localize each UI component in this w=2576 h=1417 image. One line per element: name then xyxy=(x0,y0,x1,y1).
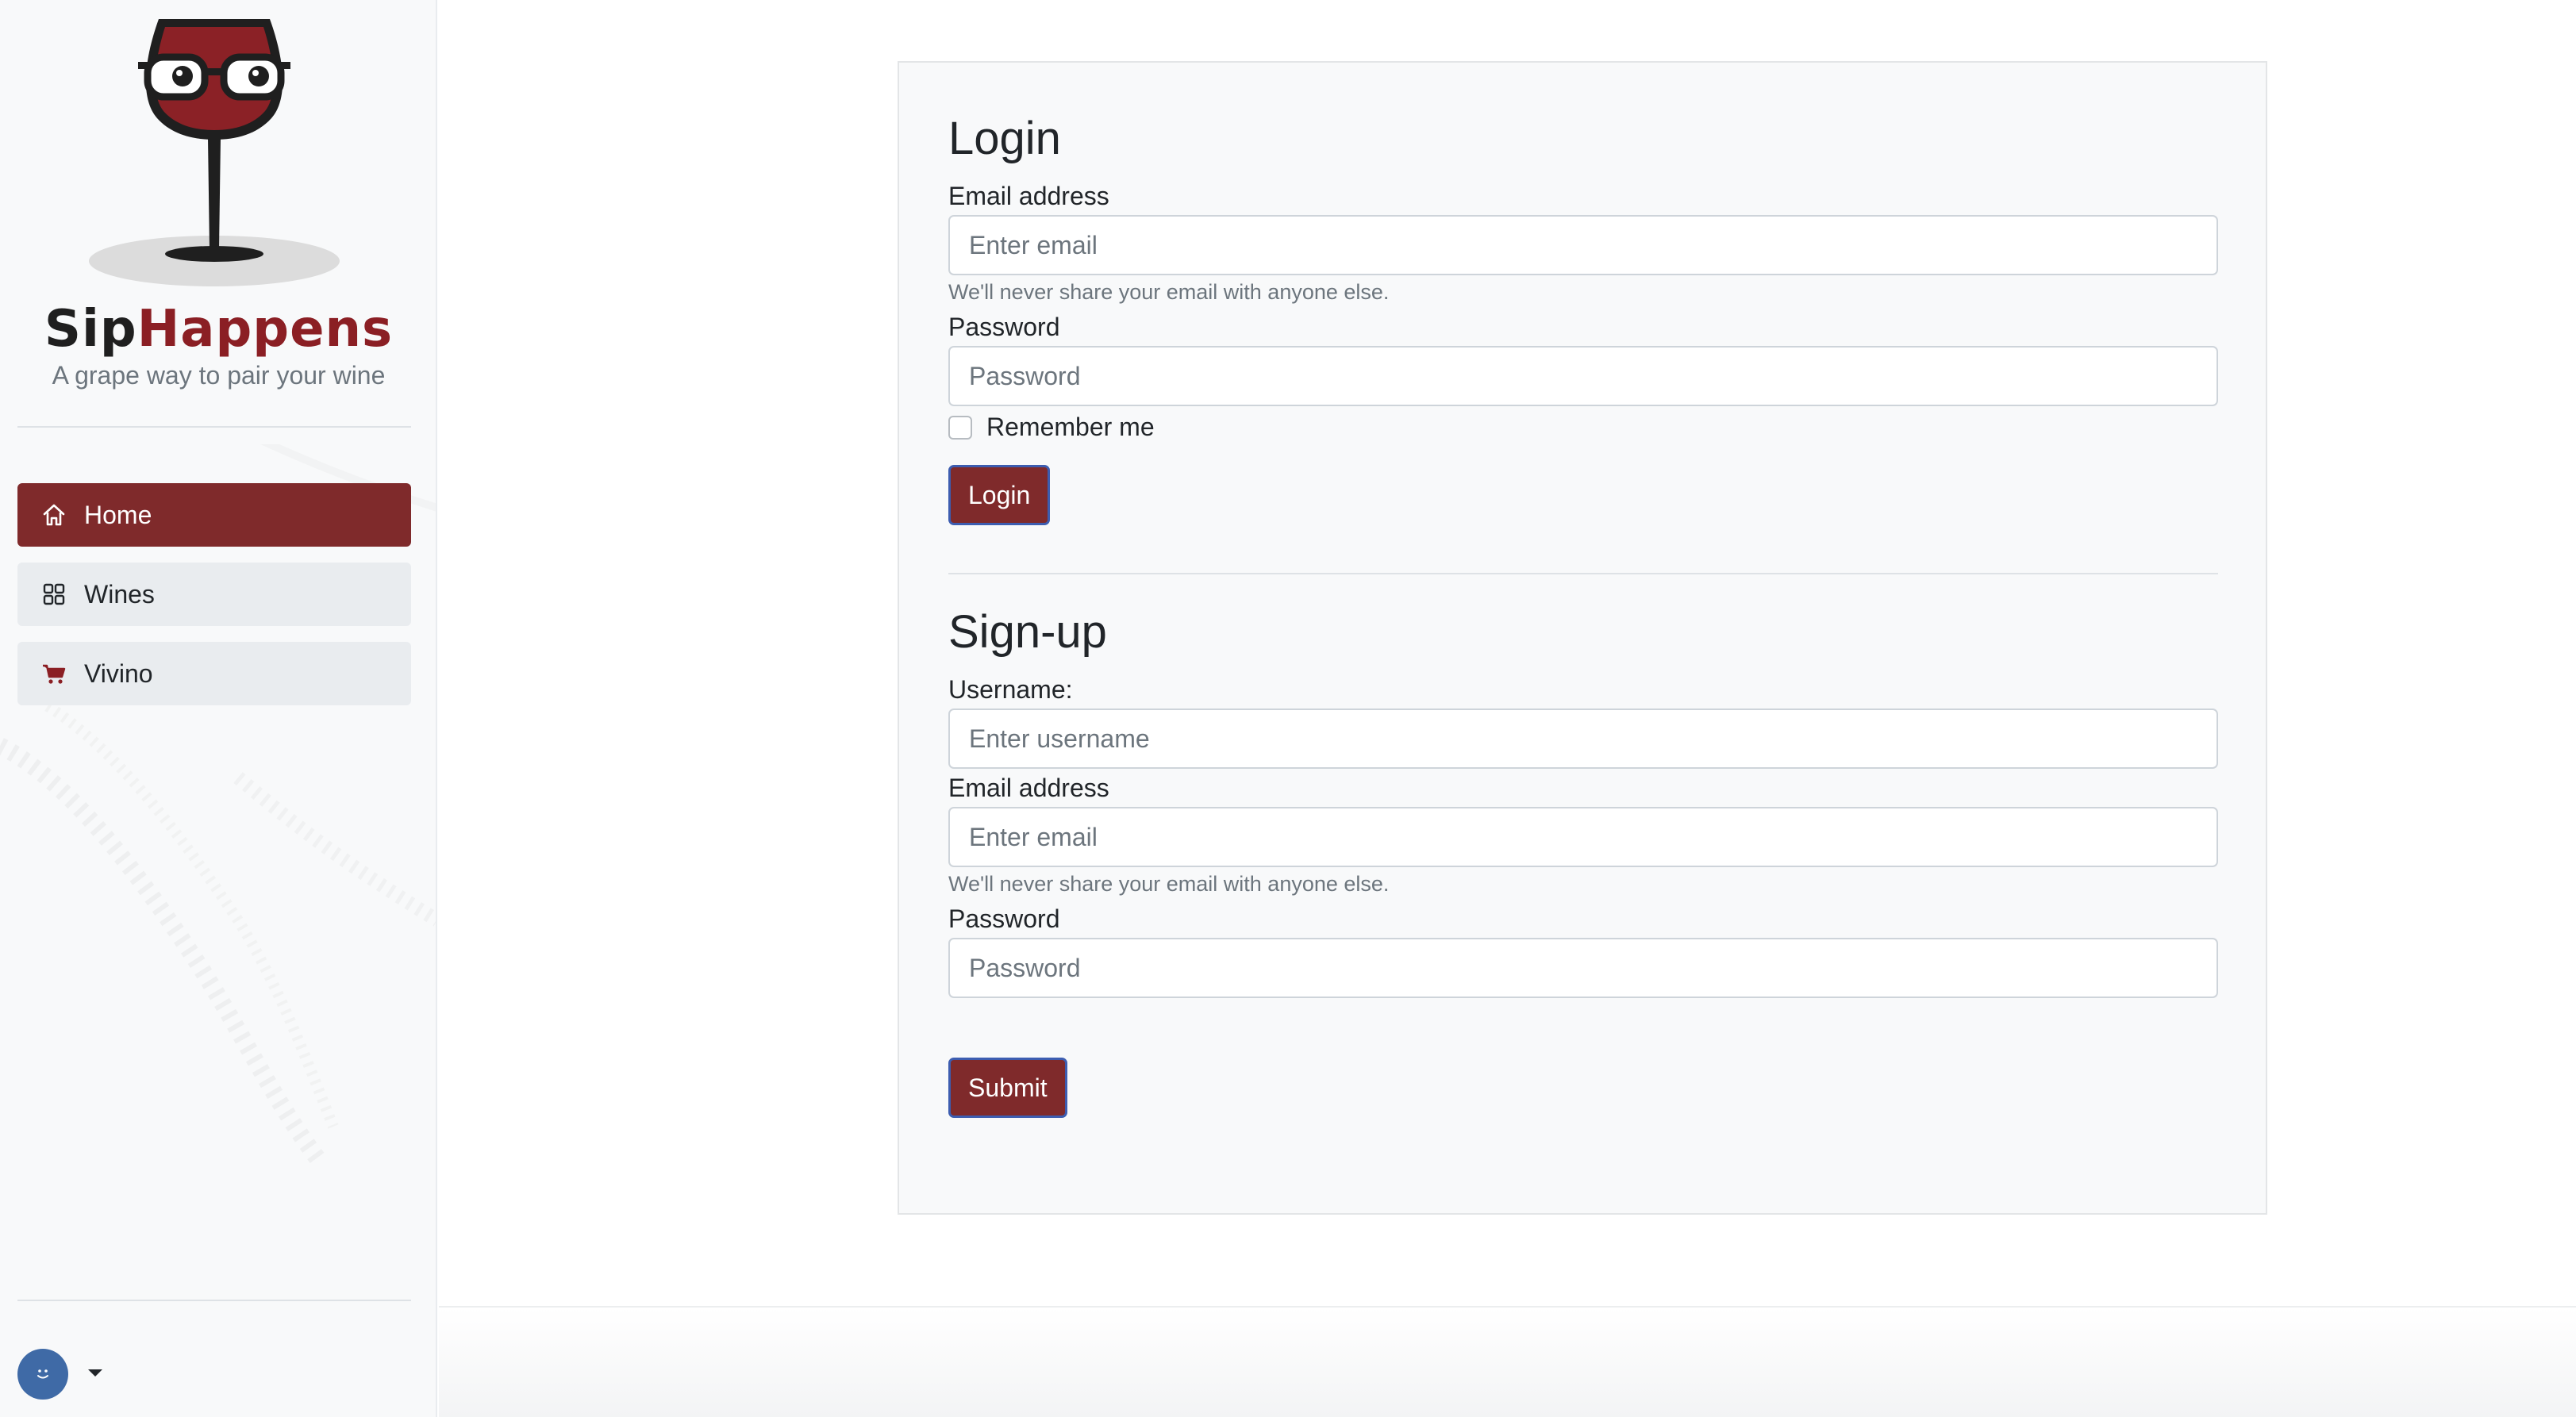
sidebar-item-home[interactable]: Home xyxy=(17,483,411,547)
brand-logo[interactable]: SipHappens A grape way to pair your wine xyxy=(0,0,436,428)
user-avatar[interactable] xyxy=(17,1349,68,1400)
signup-email-label: Email address xyxy=(948,774,1109,802)
sidebar-item-label: Wines xyxy=(84,579,155,609)
smiley-avatar-icon xyxy=(37,1369,48,1379)
cart-icon xyxy=(41,661,67,686)
sidebar-item-vivino[interactable]: Vivino xyxy=(17,642,411,705)
login-email-label: Email address xyxy=(948,182,1109,210)
signup-password-label: Password xyxy=(948,904,1060,933)
signup-password-input[interactable] xyxy=(948,938,2218,998)
signup-title: Sign-up xyxy=(948,606,1107,658)
remember-me-checkbox[interactable] xyxy=(948,415,972,440)
signup-email-input[interactable] xyxy=(948,807,2218,867)
caret-down-icon[interactable] xyxy=(86,1363,105,1382)
sidebar-divider-bottom xyxy=(17,1300,411,1301)
remember-me-row[interactable]: Remember me xyxy=(948,413,1155,442)
sidebar: SipHappens A grape way to pair your wine… xyxy=(0,0,437,1417)
remember-me-label: Remember me xyxy=(986,413,1155,441)
signup-username-input[interactable] xyxy=(948,708,2218,769)
login-button[interactable]: Login xyxy=(948,465,1051,525)
login-password-input[interactable] xyxy=(948,346,2218,406)
signup-username-label: Username: xyxy=(948,675,1073,704)
sidebar-item-label: Vivino xyxy=(84,659,153,688)
form-divider xyxy=(948,573,2218,574)
footer-area xyxy=(439,1308,2576,1417)
login-title: Login xyxy=(948,113,1061,164)
home-icon xyxy=(41,502,67,528)
login-email-help: We'll never share your email with anyone… xyxy=(948,280,1390,304)
wine-glass-with-glasses-icon xyxy=(89,19,340,286)
signup-email-help: We'll never share your email with anyone… xyxy=(948,872,1390,896)
login-password-label: Password xyxy=(948,313,1060,341)
brand-tagline: A grape way to pair your wine xyxy=(52,361,386,390)
submit-button[interactable]: Submit xyxy=(948,1058,1067,1118)
brand-name-part2: Happens xyxy=(136,300,394,359)
auth-card: Login Email address We'll never share yo… xyxy=(898,61,2267,1215)
sidebar-item-wines[interactable]: Wines xyxy=(17,563,411,626)
sidebar-item-label: Home xyxy=(84,500,152,529)
brand-name: SipHappens xyxy=(0,300,436,359)
login-email-input[interactable] xyxy=(948,215,2218,275)
brand-name-part1: Sip xyxy=(44,300,137,359)
grid-icon xyxy=(41,582,67,607)
sidebar-divider-top xyxy=(17,426,411,428)
